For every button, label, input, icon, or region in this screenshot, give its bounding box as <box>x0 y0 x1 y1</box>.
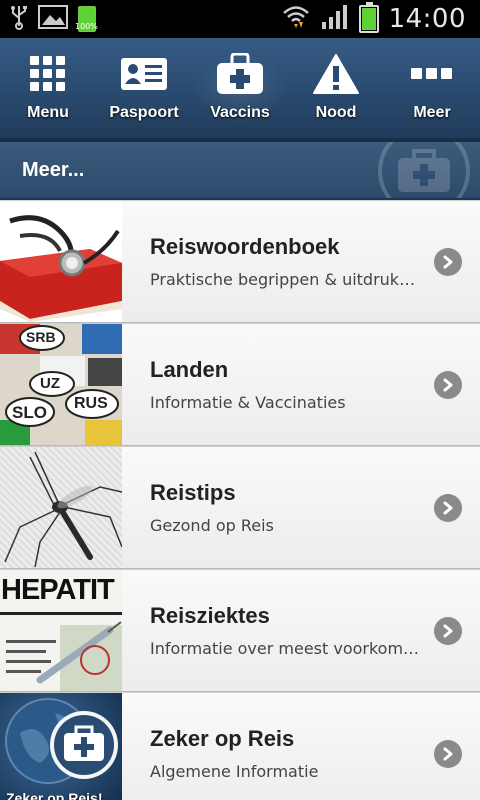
list-item-subtitle: Gezond op Reis <box>150 516 274 535</box>
list-item-reisziektes[interactable]: HEPATIT Reisziektes Informatie over mees… <box>0 569 480 692</box>
nav-label: Paspoort <box>109 104 179 121</box>
battery-notification-icon: 100% <box>75 6 98 32</box>
grid-icon <box>28 52 68 96</box>
list-item-landen[interactable]: SRB UZ SLO RUS Landen Informatie & Vacci… <box>0 323 480 446</box>
country-stickers-image: SRB UZ SLO RUS <box>0 324 122 445</box>
image-icon <box>38 5 68 33</box>
warning-icon <box>312 52 360 96</box>
nav-label: Nood <box>315 104 357 121</box>
list-item-text: Reistips Gezond op Reis <box>122 480 420 535</box>
nav-label: Menu <box>27 104 69 121</box>
list-item-subtitle: Algemene Informatie <box>150 762 319 781</box>
list-item-text: Zeker op Reis Algemene Informatie <box>122 726 420 781</box>
clock: 14:00 <box>388 4 466 34</box>
zeker-op-reis-logo-text: Zeker op Reis! <box>6 790 103 800</box>
list-item-title: Reiswoordenboek <box>150 234 340 259</box>
list-item-subtitle: Informatie over meest voorkomende ziekte… <box>150 639 420 658</box>
chevron-right-icon[interactable] <box>434 370 462 399</box>
hepatitis-headline: HEPATIT <box>1 574 115 606</box>
list-item-text: Landen Informatie & Vaccinaties <box>122 357 420 412</box>
top-navigation: Menu Paspoort Vaccins Nood Meer <box>0 38 480 142</box>
stethoscope-book-image <box>0 201 122 322</box>
list-item-reistips[interactable]: Reistips Gezond op Reis <box>0 446 480 569</box>
sticker-srb-label: SRB <box>26 329 56 345</box>
more-dots-icon <box>410 52 454 96</box>
list-item-reiswoordenboek[interactable]: Reiswoordenboek Praktische begrippen & u… <box>0 200 480 323</box>
signal-icon <box>321 4 349 34</box>
section-header: Meer... <box>0 142 480 200</box>
section-title: Meer... <box>22 158 85 181</box>
nav-paspoort[interactable]: Paspoort <box>96 52 192 122</box>
chevron-right-icon[interactable] <box>434 247 462 276</box>
usb-icon <box>10 4 28 34</box>
chevron-right-icon[interactable] <box>434 739 462 768</box>
nav-label: Meer <box>413 104 451 121</box>
list-item-subtitle: Praktische begrippen & uitdrukkingen <box>150 270 420 289</box>
zeker-op-reis-logo-image: Zeker op Reis! <box>0 693 122 800</box>
chevron-right-icon[interactable] <box>434 616 462 645</box>
list-item-subtitle: Informatie & Vaccinaties <box>150 393 346 412</box>
sticker-uz-label: UZ <box>40 375 60 392</box>
more-list: Reiswoordenboek Praktische begrippen & u… <box>0 200 480 800</box>
id-card-icon <box>120 52 168 96</box>
sticker-slo-label: SLO <box>12 403 47 422</box>
nav-nood[interactable]: Nood <box>288 52 384 122</box>
list-item-text: Reiswoordenboek Praktische begrippen & u… <box>122 234 420 289</box>
list-item-title: Reisziektes <box>150 603 270 628</box>
nav-vaccins[interactable]: Vaccins <box>192 52 288 122</box>
sticker-rus-label: RUS <box>74 395 108 412</box>
nav-menu[interactable]: Menu <box>0 52 96 122</box>
battery-icon <box>358 2 379 33</box>
hepatitis-newspaper-image: HEPATIT <box>0 570 122 691</box>
status-bar: 100% 14:00 <box>0 0 480 38</box>
list-item-title: Zeker op Reis <box>150 726 295 751</box>
mosquito-image <box>0 447 122 568</box>
list-item-text: Reisziektes Informatie over meest voorko… <box>122 603 420 658</box>
medical-kit-icon <box>216 52 264 96</box>
medical-kit-watermark-icon <box>376 142 472 198</box>
list-item-title: Reistips <box>150 480 236 505</box>
nav-meer[interactable]: Meer <box>384 52 480 122</box>
list-item-zeker-op-reis[interactable]: Zeker op Reis! Zeker op Reis Algemene In… <box>0 692 480 800</box>
list-item-title: Landen <box>150 357 229 382</box>
battery-percent-label: 100% <box>75 22 98 31</box>
chevron-right-icon[interactable] <box>434 493 462 522</box>
nav-label: Vaccins <box>210 104 270 121</box>
wifi-icon <box>281 4 311 34</box>
